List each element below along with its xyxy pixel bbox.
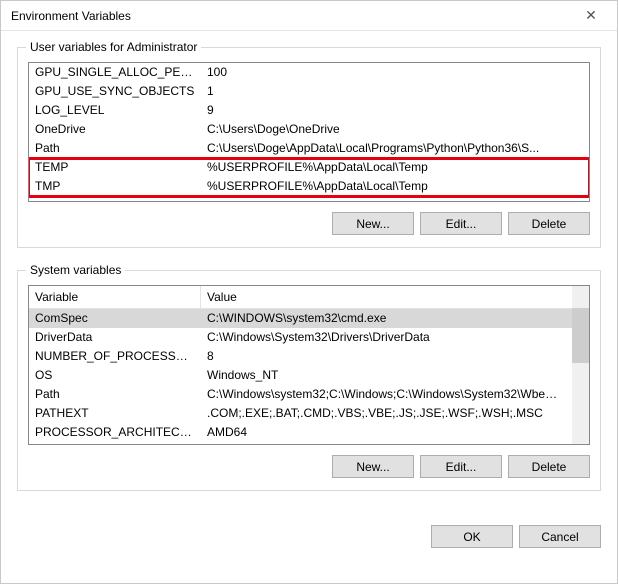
header-variable[interactable]: Variable xyxy=(29,286,201,308)
scrollbar-thumb[interactable] xyxy=(572,308,589,363)
table-row[interactable]: ComSpec C:\WINDOWS\system32\cmd.exe xyxy=(29,309,572,328)
table-row[interactable]: OS Windows_NT xyxy=(29,366,572,385)
system-variables-list[interactable]: Variable Value ComSpec C:\WINDOWS\system… xyxy=(28,285,590,445)
table-row[interactable]: PATHEXT .COM;.EXE;.BAT;.CMD;.VBS;.VBE;.J… xyxy=(29,404,572,423)
var-value: %USERPROFILE%\AppData\Local\Temp xyxy=(201,177,589,196)
var-value: 100 xyxy=(201,63,589,82)
var-name: TMP xyxy=(29,177,201,196)
var-name: OneDrive xyxy=(29,120,201,139)
table-row[interactable]: GPU_USE_SYNC_OBJECTS 1 xyxy=(29,82,589,101)
var-name: TEMP xyxy=(29,158,201,177)
close-icon[interactable]: ✕ xyxy=(571,2,611,30)
user-button-row: New... Edit... Delete xyxy=(28,212,590,235)
var-name: OS xyxy=(29,366,201,385)
cancel-button[interactable]: Cancel xyxy=(519,525,601,548)
new-button[interactable]: New... xyxy=(332,212,414,235)
edit-button[interactable]: Edit... xyxy=(420,455,502,478)
header-value[interactable]: Value xyxy=(201,286,589,308)
table-row[interactable]: DriverData C:\Windows\System32\Drivers\D… xyxy=(29,328,572,347)
var-value: C:\Windows\system32;C:\Windows;C:\Window… xyxy=(201,385,572,404)
table-row[interactable]: NUMBER_OF_PROCESSORS 8 xyxy=(29,347,572,366)
titlebar: Environment Variables ✕ xyxy=(1,1,617,31)
var-value: AMD64 xyxy=(201,423,572,442)
table-row[interactable]: PROCESSOR_ARCHITECTURE AMD64 xyxy=(29,423,572,442)
var-name: GPU_SINGLE_ALLOC_PERC... xyxy=(29,63,201,82)
ok-button[interactable]: OK xyxy=(431,525,513,548)
var-value: C:\Users\Doge\OneDrive xyxy=(201,120,589,139)
var-value: 8 xyxy=(201,347,572,366)
var-value: Windows_NT xyxy=(201,366,572,385)
dialog-content: User variables for Administrator GPU_SIN… xyxy=(1,31,617,517)
var-name: PATHEXT xyxy=(29,404,201,423)
var-value: C:\WINDOWS\system32\cmd.exe xyxy=(201,309,572,328)
var-value: .COM;.EXE;.BAT;.CMD;.VBS;.VBE;.JS;.JSE;.… xyxy=(201,404,572,423)
scrollbar[interactable] xyxy=(572,286,589,444)
system-variables-group: System variables Variable Value ComSpec … xyxy=(17,270,601,491)
table-row[interactable]: GPU_SINGLE_ALLOC_PERC... 100 xyxy=(29,63,589,82)
var-value: %USERPROFILE%\AppData\Local\Temp xyxy=(201,158,589,177)
var-value: C:\Users\Doge\AppData\Local\Programs\Pyt… xyxy=(201,139,589,158)
system-variables-rows: ComSpec C:\WINDOWS\system32\cmd.exe Driv… xyxy=(29,309,589,442)
user-variables-rows: GPU_SINGLE_ALLOC_PERC... 100 GPU_USE_SYN… xyxy=(29,63,589,196)
window-title: Environment Variables xyxy=(11,9,131,23)
delete-button[interactable]: Delete xyxy=(508,455,590,478)
new-button[interactable]: New... xyxy=(332,455,414,478)
edit-button[interactable]: Edit... xyxy=(420,212,502,235)
var-name: DriverData xyxy=(29,328,201,347)
table-row[interactable]: TEMP %USERPROFILE%\AppData\Local\Temp xyxy=(29,158,589,177)
var-name: GPU_USE_SYNC_OBJECTS xyxy=(29,82,201,101)
table-row[interactable]: OneDrive C:\Users\Doge\OneDrive xyxy=(29,120,589,139)
var-name: NUMBER_OF_PROCESSORS xyxy=(29,347,201,366)
table-row[interactable]: TMP %USERPROFILE%\AppData\Local\Temp xyxy=(29,177,589,196)
var-value: 1 xyxy=(201,82,589,101)
system-variables-label: System variables xyxy=(26,263,125,277)
table-row[interactable]: Path C:\Users\Doge\AppData\Local\Program… xyxy=(29,139,589,158)
dialog-footer: OK Cancel xyxy=(1,517,617,562)
user-variables-label: User variables for Administrator xyxy=(26,40,201,54)
var-name: Path xyxy=(29,385,201,404)
table-row[interactable]: Path C:\Windows\system32;C:\Windows;C:\W… xyxy=(29,385,572,404)
system-button-row: New... Edit... Delete xyxy=(28,455,590,478)
var-name: PROCESSOR_ARCHITECTURE xyxy=(29,423,201,442)
var-value: C:\Windows\System32\Drivers\DriverData xyxy=(201,328,572,347)
user-variables-list[interactable]: GPU_SINGLE_ALLOC_PERC... 100 GPU_USE_SYN… xyxy=(28,62,590,202)
system-list-header: Variable Value xyxy=(29,286,589,309)
var-name: Path xyxy=(29,139,201,158)
var-value: 9 xyxy=(201,101,589,120)
table-row[interactable]: LOG_LEVEL 9 xyxy=(29,101,589,120)
user-variables-group: User variables for Administrator GPU_SIN… xyxy=(17,47,601,248)
var-name: ComSpec xyxy=(29,309,201,328)
var-name: LOG_LEVEL xyxy=(29,101,201,120)
delete-button[interactable]: Delete xyxy=(508,212,590,235)
